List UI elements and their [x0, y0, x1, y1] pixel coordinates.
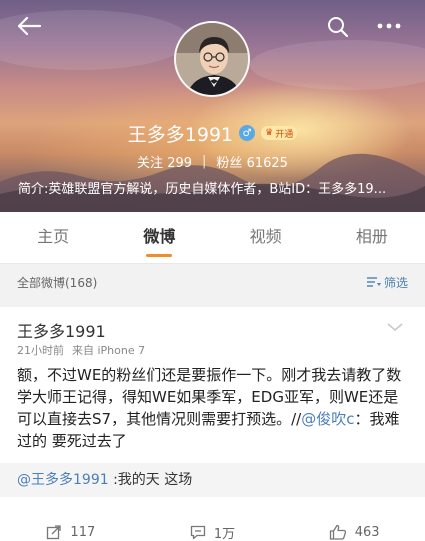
repost-text: :我的天 这场 — [108, 472, 193, 488]
profile-tabs: 主页 微博 视频 相册 — [0, 212, 425, 264]
tab-label: 主页 — [37, 227, 70, 246]
post-count-label: 全部微博(168) — [17, 275, 98, 290]
search-icon[interactable] — [327, 16, 349, 42]
thumbs-up-icon — [329, 524, 346, 540]
followers-stat[interactable]: 粉丝 61625 — [216, 152, 288, 171]
more-menu-icon[interactable] — [376, 16, 402, 40]
post-source: 来自 iPhone 7 — [72, 344, 146, 357]
following-stat[interactable]: 关注 299 — [137, 152, 192, 171]
following-label: 关注 — [137, 155, 164, 171]
followers-count: 61625 — [246, 155, 288, 171]
share-icon — [47, 525, 62, 540]
post-mention-link[interactable]: @俊吹c — [301, 410, 354, 428]
cover-cloud — [250, 40, 425, 90]
vip-badge[interactable]: ♛ 开通 — [261, 126, 298, 140]
post-time: 21小时前 — [17, 344, 64, 357]
filter-label: 筛选 — [383, 275, 408, 290]
tab-video[interactable]: 视频 — [213, 212, 319, 263]
filter-button[interactable]: 筛选 — [366, 274, 408, 291]
crown-icon: ♛ — [265, 128, 274, 138]
following-count: 299 — [167, 155, 193, 171]
tab-album[interactable]: 相册 — [319, 212, 425, 263]
tab-label: 微博 — [143, 227, 176, 246]
tab-weibo[interactable]: 微博 — [106, 212, 212, 263]
followers-label: 粉丝 — [216, 155, 243, 171]
filter-icon — [366, 277, 381, 287]
tab-label: 视频 — [249, 227, 282, 246]
avatar[interactable] — [174, 21, 250, 97]
male-gender-icon: ♂ — [239, 125, 256, 141]
repost-button[interactable]: 117 — [0, 521, 142, 541]
filter-bar: 全部微博(168) 筛选 — [0, 266, 425, 298]
post-card[interactable]: 王多多1991 21小时前 来自 iPhone 7 额，不过WE的粉丝们还是要振… — [0, 307, 425, 541]
post-author[interactable]: 王多多1991 — [17, 318, 106, 342]
comment-count: 1万 — [213, 526, 236, 541]
profile-cover: 王多多1991 ♂ ♛ 开通 关注 299 | 粉丝 61625 简介:英雄联盟… — [0, 0, 425, 212]
back-arrow-icon[interactable] — [16, 16, 42, 40]
post-body: 额，不过WE的粉丝们还是要振作一下。刚才我去请教了数学大师王记得，得知WE如果季… — [17, 364, 412, 452]
tab-label: 相册 — [355, 227, 388, 246]
profile-username: 王多多1991 — [127, 123, 234, 146]
comment-button[interactable]: 1万 — [142, 521, 284, 541]
like-count: 463 — [354, 524, 380, 540]
username-row: 王多多1991 ♂ ♛ 开通 — [0, 120, 425, 146]
profile-stats: 关注 299 | 粉丝 61625 — [0, 152, 425, 171]
repost-count: 117 — [70, 524, 96, 540]
vip-badge-label: 开通 — [275, 129, 294, 140]
stats-separator: | — [202, 153, 207, 169]
active-tab-indicator — [146, 254, 173, 257]
post-meta: 21小时前 来自 iPhone 7 — [17, 342, 145, 358]
like-button[interactable]: 463 — [283, 521, 425, 541]
repost-box[interactable]: @王多多1991 :我的天 这场 — [0, 463, 425, 497]
profile-bio: 简介:英雄联盟官方解说，历史自媒体作者，B站ID：王多多19... — [18, 182, 387, 196]
comment-icon — [190, 525, 206, 540]
chevron-down-icon[interactable] — [386, 318, 404, 337]
tab-home[interactable]: 主页 — [0, 212, 106, 263]
post-actions: 117 1万 463 — [0, 521, 425, 541]
repost-mention-link[interactable]: @王多多1991 — [17, 472, 109, 488]
